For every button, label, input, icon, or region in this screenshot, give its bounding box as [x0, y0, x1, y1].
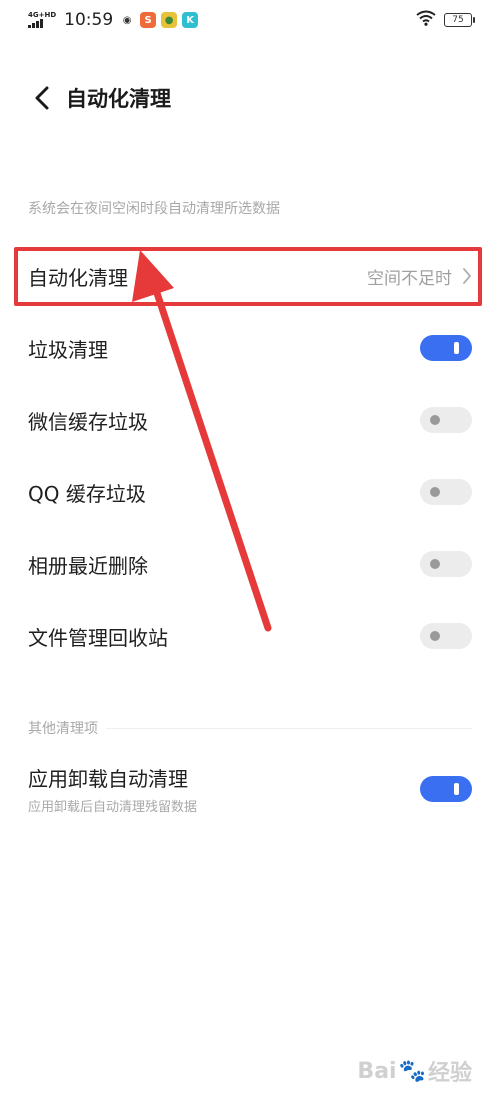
- description-text: 系统会在夜间空闲时段自动清理所选数据: [28, 201, 280, 217]
- status-bar: 4G+HD 10:59 ◉ S ● K 75: [0, 0, 500, 40]
- uninstall-clean-toggle[interactable]: [420, 776, 472, 802]
- auto-clean-label: 自动化清理: [28, 265, 128, 290]
- auto-clean-row[interactable]: 自动化清理 空间不足时: [0, 240, 500, 312]
- toggle-row-label: QQ 缓存垃圾: [28, 481, 146, 506]
- chevron-right-icon: [463, 268, 472, 284]
- watermark-text-right: 经验: [427, 1061, 472, 1086]
- back-button[interactable]: [28, 84, 56, 112]
- paw-icon: 🐾: [398, 1058, 426, 1084]
- settings-list: 自动化清理 空间不足时 垃圾清理微信缓存垃圾 QQ 缓存垃圾 相册最近删除 文件管理回…: [0, 240, 500, 672]
- page-title: 自动化清理: [66, 87, 171, 111]
- auto-clean-value: 空间不足时: [367, 268, 452, 289]
- watermark: Bai 🐾 经验: [357, 1055, 472, 1087]
- weibo-icon: ◉: [119, 12, 136, 28]
- toggle-switch[interactable]: [420, 407, 472, 433]
- battery-icon: 75: [444, 13, 475, 27]
- orange-app-icon: S: [140, 12, 157, 28]
- signal-icon: [28, 19, 43, 28]
- toggle-row-label: 垃圾清理: [28, 337, 108, 362]
- toggle-row-label: 文件管理回收站: [28, 625, 168, 650]
- other-section-title: 其他清理项: [28, 721, 98, 737]
- toggle-switch[interactable]: [420, 551, 472, 577]
- screen: 4G+HD 10:59 ◉ S ● K 75 自动化清理 系统会在夜间空闲时段自…: [0, 0, 500, 1111]
- wifi-icon: [416, 10, 436, 30]
- chevron-left-icon: [35, 86, 49, 110]
- green-app-icon: ●: [161, 12, 178, 28]
- toggle-switch[interactable]: [420, 623, 472, 649]
- toggle-switch[interactable]: [420, 479, 472, 505]
- toggle-row[interactable]: 垃圾清理: [0, 312, 500, 384]
- toggle-row-label: 相册最近删除: [28, 553, 148, 578]
- status-time: 10:59: [64, 10, 114, 30]
- toggle-row[interactable]: 文件管理回收站: [0, 600, 500, 672]
- other-section-header: 其他清理项: [28, 718, 472, 738]
- header: 自动化清理: [0, 70, 500, 126]
- toggle-row-label: 微信缓存垃圾: [28, 409, 148, 434]
- battery-level: 75: [452, 15, 464, 25]
- uninstall-clean-row[interactable]: 应用卸载自动清理 应用卸载后自动清理残留数据: [0, 754, 500, 824]
- section-divider: [106, 727, 472, 729]
- k-app-icon: K: [182, 12, 199, 28]
- uninstall-clean-label: 应用卸载自动清理: [28, 767, 188, 791]
- network-type: 4G+HD: [28, 11, 57, 19]
- uninstall-clean-sublabel: 应用卸载后自动清理残留数据: [28, 800, 198, 815]
- toggle-row[interactable]: QQ 缓存垃圾: [0, 456, 500, 528]
- toggle-row[interactable]: 相册最近删除: [0, 528, 500, 600]
- toggle-switch[interactable]: [420, 335, 472, 361]
- toggle-row[interactable]: 微信缓存垃圾: [0, 384, 500, 456]
- watermark-text-left: Bai: [357, 1058, 397, 1084]
- network-indicator: 4G+HD: [28, 12, 56, 28]
